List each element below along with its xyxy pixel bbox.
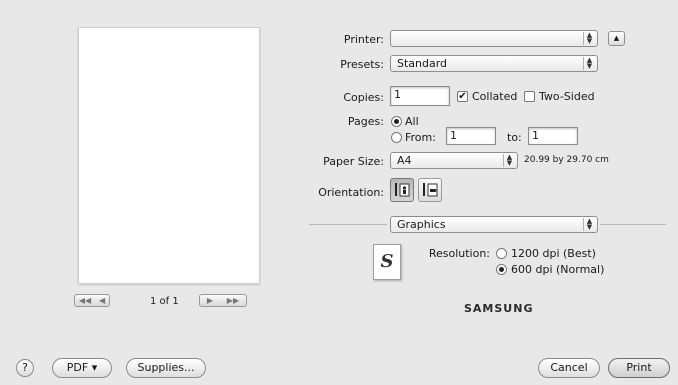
paper-size-select[interactable]: A4 ▲ ▼ bbox=[390, 152, 518, 169]
resolution-1200-label: 1200 dpi (Best) bbox=[511, 247, 596, 260]
two-sided-checkbox[interactable] bbox=[524, 91, 535, 102]
next-page-button[interactable]: ▶ ▶▶ bbox=[199, 294, 247, 307]
select-arrows-icon: ▲ ▼ bbox=[583, 218, 595, 231]
pdf-menu-button[interactable]: PDF ▾ bbox=[52, 358, 112, 378]
printer-select[interactable]: ▲ ▼ bbox=[390, 30, 598, 47]
checkmark-icon: ✔ bbox=[458, 91, 467, 102]
resolution-label: Resolution: bbox=[428, 247, 490, 260]
two-sided-label: Two-Sided bbox=[539, 90, 595, 103]
landscape-icon bbox=[423, 183, 438, 197]
brand-label: SAMSUNG bbox=[464, 302, 534, 315]
first-page-button[interactable]: ◀◀ ◀ bbox=[74, 294, 110, 307]
collated-checkbox[interactable]: ✔ bbox=[457, 91, 468, 102]
printer-label: Printer: bbox=[343, 33, 384, 46]
pages-from-field[interactable]: 1 bbox=[446, 127, 496, 145]
separator-right bbox=[600, 224, 666, 225]
select-arrows-icon: ▲ ▼ bbox=[503, 154, 515, 167]
portrait-orientation-button[interactable] bbox=[390, 178, 414, 202]
pages-all-label: All bbox=[405, 115, 419, 128]
next-page-icon: ▶ bbox=[206, 296, 214, 305]
collated-label: Collated bbox=[472, 90, 518, 103]
orientation-label: Orientation: bbox=[318, 186, 384, 199]
paper-size-label: Paper Size: bbox=[323, 155, 384, 168]
resolution-1200-radio[interactable] bbox=[496, 248, 507, 259]
page-indicator: 1 of 1 bbox=[150, 296, 179, 307]
resolution-600-radio[interactable] bbox=[496, 264, 507, 275]
samsung-logo-icon: S bbox=[373, 244, 401, 280]
last-page-icon: ▶▶ bbox=[226, 296, 240, 305]
resolution-600-label: 600 dpi (Normal) bbox=[511, 263, 605, 276]
panel-select[interactable]: Graphics ▲ ▼ bbox=[390, 216, 598, 233]
cancel-button[interactable]: Cancel bbox=[538, 358, 600, 378]
help-icon: ? bbox=[22, 361, 28, 374]
presets-value: Standard bbox=[397, 57, 448, 70]
copies-field[interactable]: 1 bbox=[390, 86, 450, 106]
presets-label: Presets: bbox=[340, 58, 384, 71]
paper-size-value: A4 bbox=[397, 154, 412, 167]
landscape-orientation-button[interactable] bbox=[418, 178, 442, 202]
portrait-icon bbox=[395, 183, 410, 197]
print-button[interactable]: Print bbox=[608, 358, 670, 378]
pages-all-radio[interactable] bbox=[391, 116, 402, 127]
copies-label: Copies: bbox=[343, 91, 384, 104]
pages-from-label: From: bbox=[405, 131, 436, 144]
supplies-button[interactable]: Supplies... bbox=[126, 358, 206, 378]
help-button[interactable]: ? bbox=[16, 359, 34, 377]
pages-to-field[interactable]: 1 bbox=[528, 127, 578, 145]
pages-from-radio[interactable] bbox=[391, 132, 402, 143]
page-preview bbox=[78, 27, 260, 284]
panel-select-value: Graphics bbox=[397, 218, 446, 231]
separator-left bbox=[309, 224, 387, 225]
first-page-icon: ◀◀ bbox=[78, 296, 92, 305]
prev-page-icon: ◀ bbox=[98, 296, 106, 305]
paper-dimensions: 20.99 by 29.70 cm bbox=[524, 155, 609, 165]
select-arrows-icon: ▲ ▼ bbox=[583, 32, 595, 45]
disclosure-up-icon: ▲ bbox=[613, 34, 620, 42]
pages-label: Pages: bbox=[347, 115, 384, 128]
expand-dialog-button[interactable]: ▲ bbox=[608, 31, 625, 46]
presets-select[interactable]: Standard ▲ ▼ bbox=[390, 55, 598, 72]
select-arrows-icon: ▲ ▼ bbox=[583, 57, 595, 70]
pages-to-label: to: bbox=[507, 131, 522, 144]
